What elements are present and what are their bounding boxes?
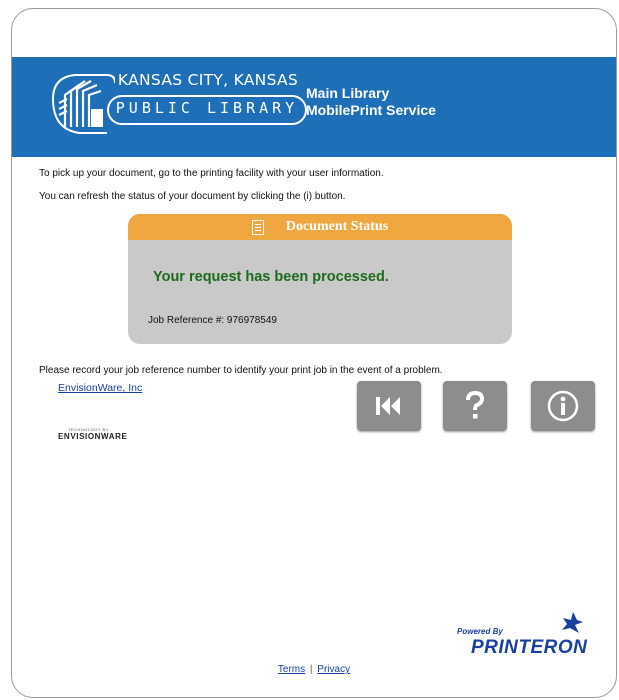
question-icon: [466, 390, 485, 419]
logo-line-city: KANSAS CITY, KANSAS: [117, 71, 299, 89]
privacy-link[interactable]: Privacy: [317, 664, 350, 675]
library-emblem-icon: [52, 74, 115, 134]
document-icon: [251, 219, 264, 235]
pickup-instruction: To pick up your document, go to the prin…: [39, 168, 384, 179]
back-button[interactable]: [357, 381, 421, 431]
envisionware-logo: TECHNOLOGY BY ENVISIONWARE: [58, 427, 127, 441]
service-title-line2: MobilePrint Service: [306, 102, 436, 118]
envisionware-link[interactable]: EnvisionWare, Inc: [58, 382, 142, 394]
record-note: Please record your job reference number …: [39, 365, 443, 376]
rewind-icon: [376, 397, 400, 415]
envisionware-logo-text: ENVISIONWARE: [58, 432, 128, 441]
footer-separator: |: [309, 664, 313, 675]
help-button[interactable]: [443, 381, 507, 431]
document-status-title: Document Status: [285, 219, 389, 234]
document-status-header: Document Status: [128, 214, 512, 240]
logo-line-library: PUBLIC LIBRARY: [115, 99, 299, 117]
main-card: KANSAS CITY, KANSAS PUBLIC LIBRARY Main …: [11, 8, 617, 698]
powered-by-label: Powered By: [457, 627, 503, 636]
library-logo: KANSAS CITY, KANSAS PUBLIC LIBRARY: [45, 69, 310, 137]
refresh-instruction: You can refresh the status of your docum…: [39, 191, 346, 202]
document-status-panel: Document Status Your request has been pr…: [128, 214, 512, 344]
service-title-line1: Main Library: [306, 85, 390, 101]
printeron-brand: PRINTERON: [471, 637, 588, 658]
info-icon: [547, 390, 579, 422]
service-title: Main Library MobilePrint Service: [306, 85, 436, 119]
job-reference: Job Reference #: 976978549: [148, 315, 277, 326]
printeron-logo-icon: [562, 612, 583, 633]
info-button[interactable]: [531, 381, 595, 431]
terms-link[interactable]: Terms: [278, 664, 305, 675]
header-banner: KANSAS CITY, KANSAS PUBLIC LIBRARY Main …: [12, 57, 616, 157]
status-message: Your request has been processed.: [153, 269, 389, 285]
powered-by-printeron: Powered By PRINTERON: [457, 612, 607, 661]
footer-links: Terms | Privacy: [12, 664, 616, 675]
